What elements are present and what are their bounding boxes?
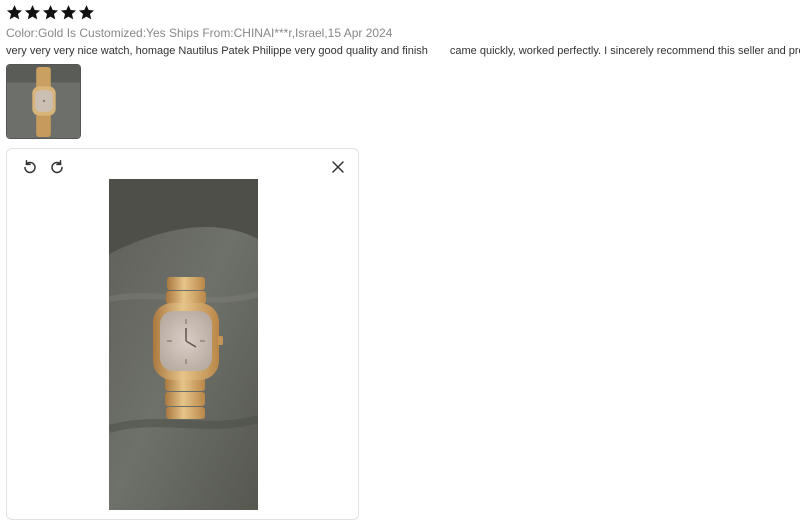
review-photo-thumbnail[interactable] <box>6 64 81 139</box>
review-text-part2: came quickly, worked perfectly. I sincer… <box>449 45 800 57</box>
star-icon <box>24 4 41 21</box>
rotate-left-icon[interactable] <box>22 159 38 175</box>
watch-thumbnail-image <box>7 65 80 138</box>
rotate-right-icon[interactable] <box>49 159 65 175</box>
image-viewer <box>6 148 359 520</box>
review-photo-large <box>109 179 258 510</box>
close-icon[interactable] <box>330 159 346 175</box>
star-icon <box>6 4 23 21</box>
watch-photo-image <box>109 179 258 510</box>
star-icon <box>78 4 95 21</box>
star-icon <box>60 4 77 21</box>
star-icon <box>42 4 59 21</box>
star-rating <box>6 4 95 21</box>
review-text: very very very nice watch, homage Nautil… <box>6 45 800 57</box>
review-text-part1: very very very nice watch, homage Nautil… <box>6 45 428 57</box>
review-meta: Color:Gold Is Customized:Yes Ships From:… <box>6 26 393 40</box>
